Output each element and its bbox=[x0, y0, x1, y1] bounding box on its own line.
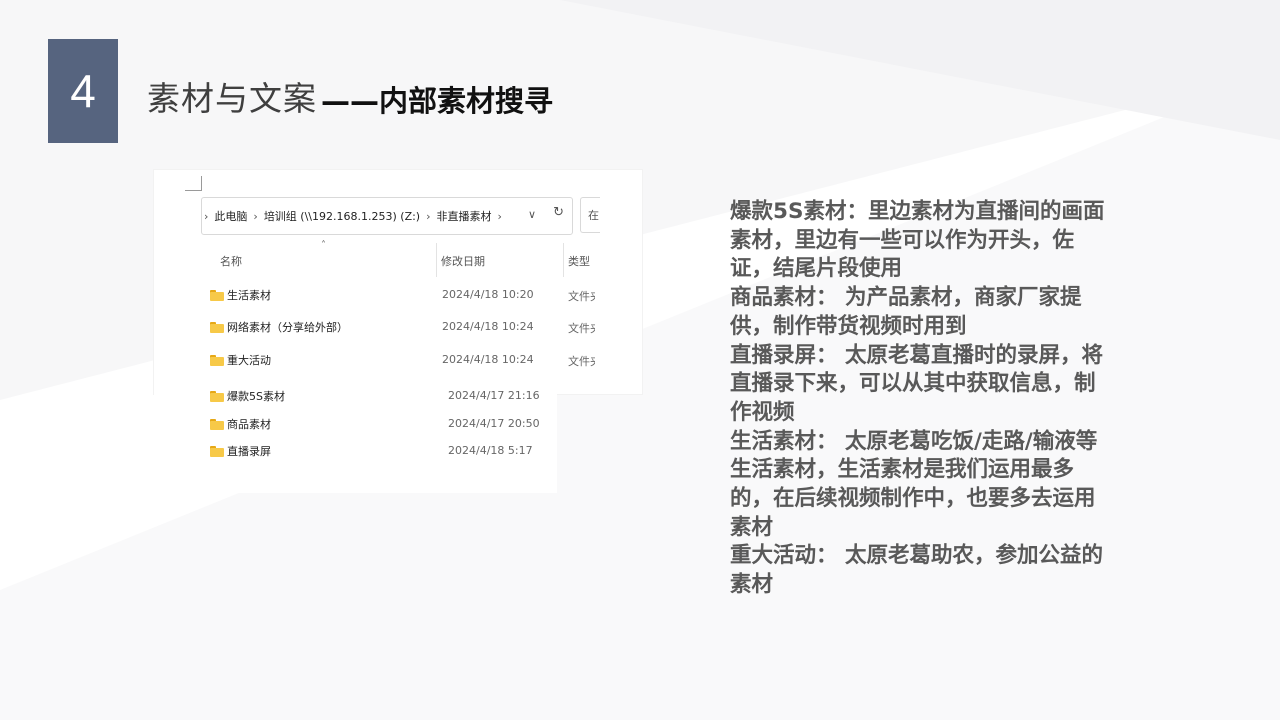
column-header-name[interactable]: 名称 bbox=[220, 253, 242, 269]
chevron-right-icon: › bbox=[426, 209, 431, 223]
description-paragraph: 直播录屏： 太原老葛直播时的录屏，将直播录下来，可以从其中获取信息，制作视频 bbox=[730, 342, 1103, 425]
folder-icon bbox=[210, 390, 224, 402]
folder-icon bbox=[210, 321, 224, 333]
breadcrumb-item[interactable]: 培训组 (\\192.168.1.253) (Z:) bbox=[264, 208, 420, 224]
file-name: 商品素材 bbox=[227, 418, 271, 431]
file-name: 生活素材 bbox=[227, 289, 271, 302]
column-divider[interactable] bbox=[563, 243, 564, 277]
folder-icon bbox=[210, 354, 224, 366]
address-bar[interactable]: › 此电脑 › 培训组 (\\192.168.1.253) (Z:) › 非直播… bbox=[201, 197, 573, 235]
breadcrumb-item[interactable]: 非直播素材 bbox=[437, 208, 492, 224]
section-number-badge: 4 bbox=[48, 39, 118, 143]
column-header-modified[interactable]: 修改日期 bbox=[441, 253, 485, 269]
breadcrumb-item[interactable]: 此电脑 bbox=[214, 208, 247, 224]
sort-ascending-icon: ˄ bbox=[321, 240, 326, 251]
file-name: 直播录屏 bbox=[227, 445, 271, 458]
description-paragraph: 商品素材： 为产品素材，商家厂家提供，制作带货视频时用到 bbox=[730, 285, 1082, 339]
file-row[interactable]: 重大活动 bbox=[210, 351, 271, 369]
file-row[interactable]: 爆款5S素材 bbox=[210, 387, 285, 405]
file-type-text: 文件夹 bbox=[568, 290, 595, 303]
folder-icon bbox=[210, 418, 224, 430]
slide-title: 素材与文案 ——内部素材搜寻 bbox=[147, 72, 553, 120]
file-modified: 2024/4/17 20:50 bbox=[448, 417, 540, 430]
file-type: 文件夹 bbox=[568, 353, 595, 369]
search-placeholder: 在 bbox=[588, 209, 599, 222]
breadcrumb: › 此电脑 › 培训组 (\\192.168.1.253) (Z:) › 非直播… bbox=[202, 208, 508, 224]
file-modified: 2024/4/18 10:24 bbox=[442, 320, 534, 333]
chevron-down-icon[interactable]: ∨ bbox=[528, 208, 536, 221]
slide-title-main: 素材与文案 bbox=[147, 79, 317, 118]
file-row[interactable]: 网络素材（分享给外部） bbox=[210, 318, 348, 336]
refresh-icon[interactable]: ↻ bbox=[553, 205, 564, 220]
description-paragraph: 爆款5S素材：里边素材为直播间的画面素材，里边有一些可以作为开头，佐证，结尾片段… bbox=[730, 199, 1105, 282]
chevron-right-icon: › bbox=[497, 209, 502, 223]
file-modified: 2024/4/18 10:24 bbox=[442, 353, 534, 366]
search-input[interactable]: 在 bbox=[580, 197, 600, 233]
folder-icon bbox=[210, 289, 224, 301]
chevron-right-icon: › bbox=[204, 209, 209, 223]
file-type-text: 文件夹 bbox=[568, 355, 595, 368]
chevron-right-icon: › bbox=[253, 209, 258, 223]
file-type-text: 文件夹 bbox=[568, 322, 595, 335]
description-paragraph: 生活素材： 太原老葛吃饭/走路/输液等生活素材，生活素材是我们运用最多的，在后续… bbox=[730, 428, 1098, 540]
description-paragraph: 重大活动： 太原老葛助农，参加公益的素材 bbox=[730, 543, 1103, 598]
description-text: 爆款5S素材：里边素材为直播间的画面素材，里边有一些可以作为开头，佐证，结尾片段… bbox=[730, 198, 1110, 600]
file-type: 文件夹 bbox=[568, 320, 595, 336]
slide-title-sub: ——内部素材搜寻 bbox=[321, 84, 554, 118]
file-modified: 2024/4/18 10:20 bbox=[442, 288, 534, 301]
file-modified: 2024/4/18 5:17 bbox=[448, 444, 533, 457]
folder-icon bbox=[210, 445, 224, 457]
file-type: 文件夹 bbox=[568, 288, 595, 304]
file-name: 爆款5S素材 bbox=[227, 390, 285, 403]
file-name: 网络素材（分享给外部） bbox=[227, 321, 348, 334]
file-row[interactable]: 直播录屏 bbox=[210, 442, 271, 460]
file-row[interactable]: 商品素材 bbox=[210, 415, 271, 433]
file-row[interactable]: 生活素材 bbox=[210, 286, 271, 304]
column-divider[interactable] bbox=[436, 243, 437, 277]
file-modified: 2024/4/17 21:16 bbox=[448, 389, 540, 402]
column-header-type[interactable]: 类型 bbox=[568, 253, 590, 269]
file-name: 重大活动 bbox=[227, 354, 271, 367]
crop-corner-mark bbox=[185, 176, 202, 191]
